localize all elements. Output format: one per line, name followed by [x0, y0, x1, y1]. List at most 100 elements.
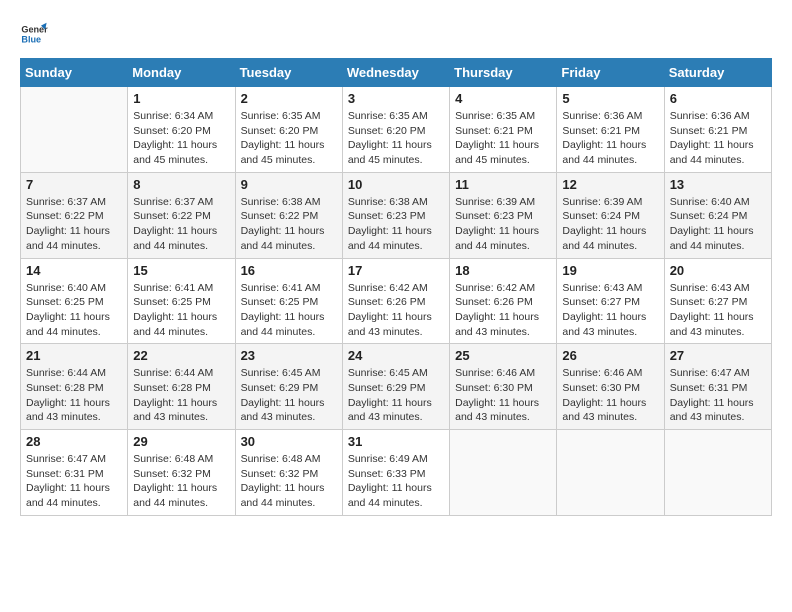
- calendar-cell: 22 Sunrise: 6:44 AMSunset: 6:28 PMDayligh…: [128, 344, 235, 430]
- day-info: Sunrise: 6:42 AMSunset: 6:26 PMDaylight:…: [455, 281, 551, 340]
- day-number: 30: [241, 434, 337, 449]
- day-info: Sunrise: 6:37 AMSunset: 6:22 PMDaylight:…: [26, 195, 122, 254]
- calendar-cell: 17 Sunrise: 6:42 AMSunset: 6:26 PMDayligh…: [342, 258, 449, 344]
- calendar-week-row: 28 Sunrise: 6:47 AMSunset: 6:31 PMDayligh…: [21, 430, 772, 516]
- day-number: 5: [562, 91, 658, 106]
- day-info: Sunrise: 6:45 AMSunset: 6:29 PMDaylight:…: [348, 366, 444, 425]
- day-info: Sunrise: 6:39 AMSunset: 6:24 PMDaylight:…: [562, 195, 658, 254]
- column-header-wednesday: Wednesday: [342, 59, 449, 87]
- day-number: 2: [241, 91, 337, 106]
- column-header-tuesday: Tuesday: [235, 59, 342, 87]
- calendar-cell: 3 Sunrise: 6:35 AMSunset: 6:20 PMDaylight…: [342, 87, 449, 173]
- calendar-cell: 25 Sunrise: 6:46 AMSunset: 6:30 PMDayligh…: [450, 344, 557, 430]
- day-number: 20: [670, 263, 766, 278]
- calendar-cell: 24 Sunrise: 6:45 AMSunset: 6:29 PMDayligh…: [342, 344, 449, 430]
- day-info: Sunrise: 6:43 AMSunset: 6:27 PMDaylight:…: [562, 281, 658, 340]
- day-number: 4: [455, 91, 551, 106]
- column-header-sunday: Sunday: [21, 59, 128, 87]
- calendar-cell: 27 Sunrise: 6:47 AMSunset: 6:31 PMDayligh…: [664, 344, 771, 430]
- day-info: Sunrise: 6:44 AMSunset: 6:28 PMDaylight:…: [133, 366, 229, 425]
- day-number: 26: [562, 348, 658, 363]
- day-number: 11: [455, 177, 551, 192]
- day-info: Sunrise: 6:41 AMSunset: 6:25 PMDaylight:…: [133, 281, 229, 340]
- calendar-week-row: 7 Sunrise: 6:37 AMSunset: 6:22 PMDaylight…: [21, 172, 772, 258]
- day-info: Sunrise: 6:47 AMSunset: 6:31 PMDaylight:…: [670, 366, 766, 425]
- calendar-cell: 5Sunrise: 6:36 AMSunset: 6:21 PMDaylight…: [557, 87, 664, 173]
- day-info: Sunrise: 6:42 AMSunset: 6:26 PMDaylight:…: [348, 281, 444, 340]
- svg-text:Blue: Blue: [21, 34, 41, 44]
- calendar-cell: [664, 430, 771, 516]
- column-headers-row: SundayMondayTuesdayWednesdayThursdayFrid…: [21, 59, 772, 87]
- calendar-cell: 14 Sunrise: 6:40 AMSunset: 6:25 PMDayligh…: [21, 258, 128, 344]
- day-info: Sunrise: 6:36 AMSunset: 6:21 PMDaylight:…: [670, 109, 766, 168]
- calendar-cell: 29Sunrise: 6:48 AMSunset: 6:32 PMDayligh…: [128, 430, 235, 516]
- day-number: 28: [26, 434, 122, 449]
- calendar-cell: 18 Sunrise: 6:42 AMSunset: 6:26 PMDayligh…: [450, 258, 557, 344]
- calendar-cell: 11Sunrise: 6:39 AMSunset: 6:23 PMDayligh…: [450, 172, 557, 258]
- calendar-cell: 30 Sunrise: 6:48 AMSunset: 6:32 PMDayligh…: [235, 430, 342, 516]
- day-number: 19: [562, 263, 658, 278]
- calendar-week-row: 21 Sunrise: 6:44 AMSunset: 6:28 PMDayligh…: [21, 344, 772, 430]
- calendar-cell: 31Sunrise: 6:49 AMSunset: 6:33 PMDayligh…: [342, 430, 449, 516]
- day-info: Sunrise: 6:38 AMSunset: 6:23 PMDaylight:…: [348, 195, 444, 254]
- day-number: 14: [26, 263, 122, 278]
- calendar-cell: 6 Sunrise: 6:36 AMSunset: 6:21 PMDaylight…: [664, 87, 771, 173]
- calendar-cell: 4 Sunrise: 6:35 AMSunset: 6:21 PMDaylight…: [450, 87, 557, 173]
- day-number: 3: [348, 91, 444, 106]
- calendar-cell: 16Sunrise: 6:41 AMSunset: 6:25 PMDayligh…: [235, 258, 342, 344]
- day-number: 22: [133, 348, 229, 363]
- column-header-thursday: Thursday: [450, 59, 557, 87]
- day-number: 23: [241, 348, 337, 363]
- column-header-saturday: Saturday: [664, 59, 771, 87]
- logo-icon: General Blue: [20, 20, 48, 48]
- day-info: Sunrise: 6:38 AMSunset: 6:22 PMDaylight:…: [241, 195, 337, 254]
- day-number: 1: [133, 91, 229, 106]
- calendar-cell: 7 Sunrise: 6:37 AMSunset: 6:22 PMDaylight…: [21, 172, 128, 258]
- day-number: 24: [348, 348, 444, 363]
- calendar-cell: [21, 87, 128, 173]
- day-info: Sunrise: 6:34 AMSunset: 6:20 PMDaylight:…: [133, 109, 229, 168]
- calendar-cell: 10Sunrise: 6:38 AMSunset: 6:23 PMDayligh…: [342, 172, 449, 258]
- calendar-cell: 20 Sunrise: 6:43 AMSunset: 6:27 PMDayligh…: [664, 258, 771, 344]
- column-header-friday: Friday: [557, 59, 664, 87]
- day-number: 31: [348, 434, 444, 449]
- day-number: 25: [455, 348, 551, 363]
- day-number: 8: [133, 177, 229, 192]
- day-number: 27: [670, 348, 766, 363]
- day-info: Sunrise: 6:43 AMSunset: 6:27 PMDaylight:…: [670, 281, 766, 340]
- day-number: 12: [562, 177, 658, 192]
- calendar-body: 1 Sunrise: 6:34 AMSunset: 6:20 PMDaylight…: [21, 87, 772, 516]
- day-info: Sunrise: 6:35 AMSunset: 6:20 PMDaylight:…: [241, 109, 337, 168]
- day-info: Sunrise: 6:35 AMSunset: 6:20 PMDaylight:…: [348, 109, 444, 168]
- day-info: Sunrise: 6:35 AMSunset: 6:21 PMDaylight:…: [455, 109, 551, 168]
- day-number: 6: [670, 91, 766, 106]
- day-info: Sunrise: 6:48 AMSunset: 6:32 PMDaylight:…: [241, 452, 337, 511]
- calendar-cell: 8 Sunrise: 6:37 AMSunset: 6:22 PMDaylight…: [128, 172, 235, 258]
- calendar-cell: 12 Sunrise: 6:39 AMSunset: 6:24 PMDayligh…: [557, 172, 664, 258]
- day-info: Sunrise: 6:45 AMSunset: 6:29 PMDaylight:…: [241, 366, 337, 425]
- day-info: Sunrise: 6:46 AMSunset: 6:30 PMDaylight:…: [455, 366, 551, 425]
- day-number: 18: [455, 263, 551, 278]
- calendar-cell: 9 Sunrise: 6:38 AMSunset: 6:22 PMDaylight…: [235, 172, 342, 258]
- day-info: Sunrise: 6:40 AMSunset: 6:25 PMDaylight:…: [26, 281, 122, 340]
- day-number: 15: [133, 263, 229, 278]
- calendar-cell: 23 Sunrise: 6:45 AMSunset: 6:29 PMDayligh…: [235, 344, 342, 430]
- calendar-cell: 1 Sunrise: 6:34 AMSunset: 6:20 PMDaylight…: [128, 87, 235, 173]
- day-number: 17: [348, 263, 444, 278]
- day-info: Sunrise: 6:46 AMSunset: 6:30 PMDaylight:…: [562, 366, 658, 425]
- day-number: 16: [241, 263, 337, 278]
- logo: General Blue: [20, 20, 52, 48]
- page-header: General Blue: [20, 20, 772, 48]
- day-number: 13: [670, 177, 766, 192]
- calendar-cell: 2 Sunrise: 6:35 AMSunset: 6:20 PMDaylight…: [235, 87, 342, 173]
- calendar-cell: 13Sunrise: 6:40 AMSunset: 6:24 PMDayligh…: [664, 172, 771, 258]
- day-info: Sunrise: 6:47 AMSunset: 6:31 PMDaylight:…: [26, 452, 122, 511]
- day-info: Sunrise: 6:37 AMSunset: 6:22 PMDaylight:…: [133, 195, 229, 254]
- day-number: 9: [241, 177, 337, 192]
- day-number: 29: [133, 434, 229, 449]
- calendar-cell: 21 Sunrise: 6:44 AMSunset: 6:28 PMDayligh…: [21, 344, 128, 430]
- day-number: 21: [26, 348, 122, 363]
- day-number: 7: [26, 177, 122, 192]
- day-info: Sunrise: 6:44 AMSunset: 6:28 PMDaylight:…: [26, 366, 122, 425]
- calendar-cell: 26 Sunrise: 6:46 AMSunset: 6:30 PMDayligh…: [557, 344, 664, 430]
